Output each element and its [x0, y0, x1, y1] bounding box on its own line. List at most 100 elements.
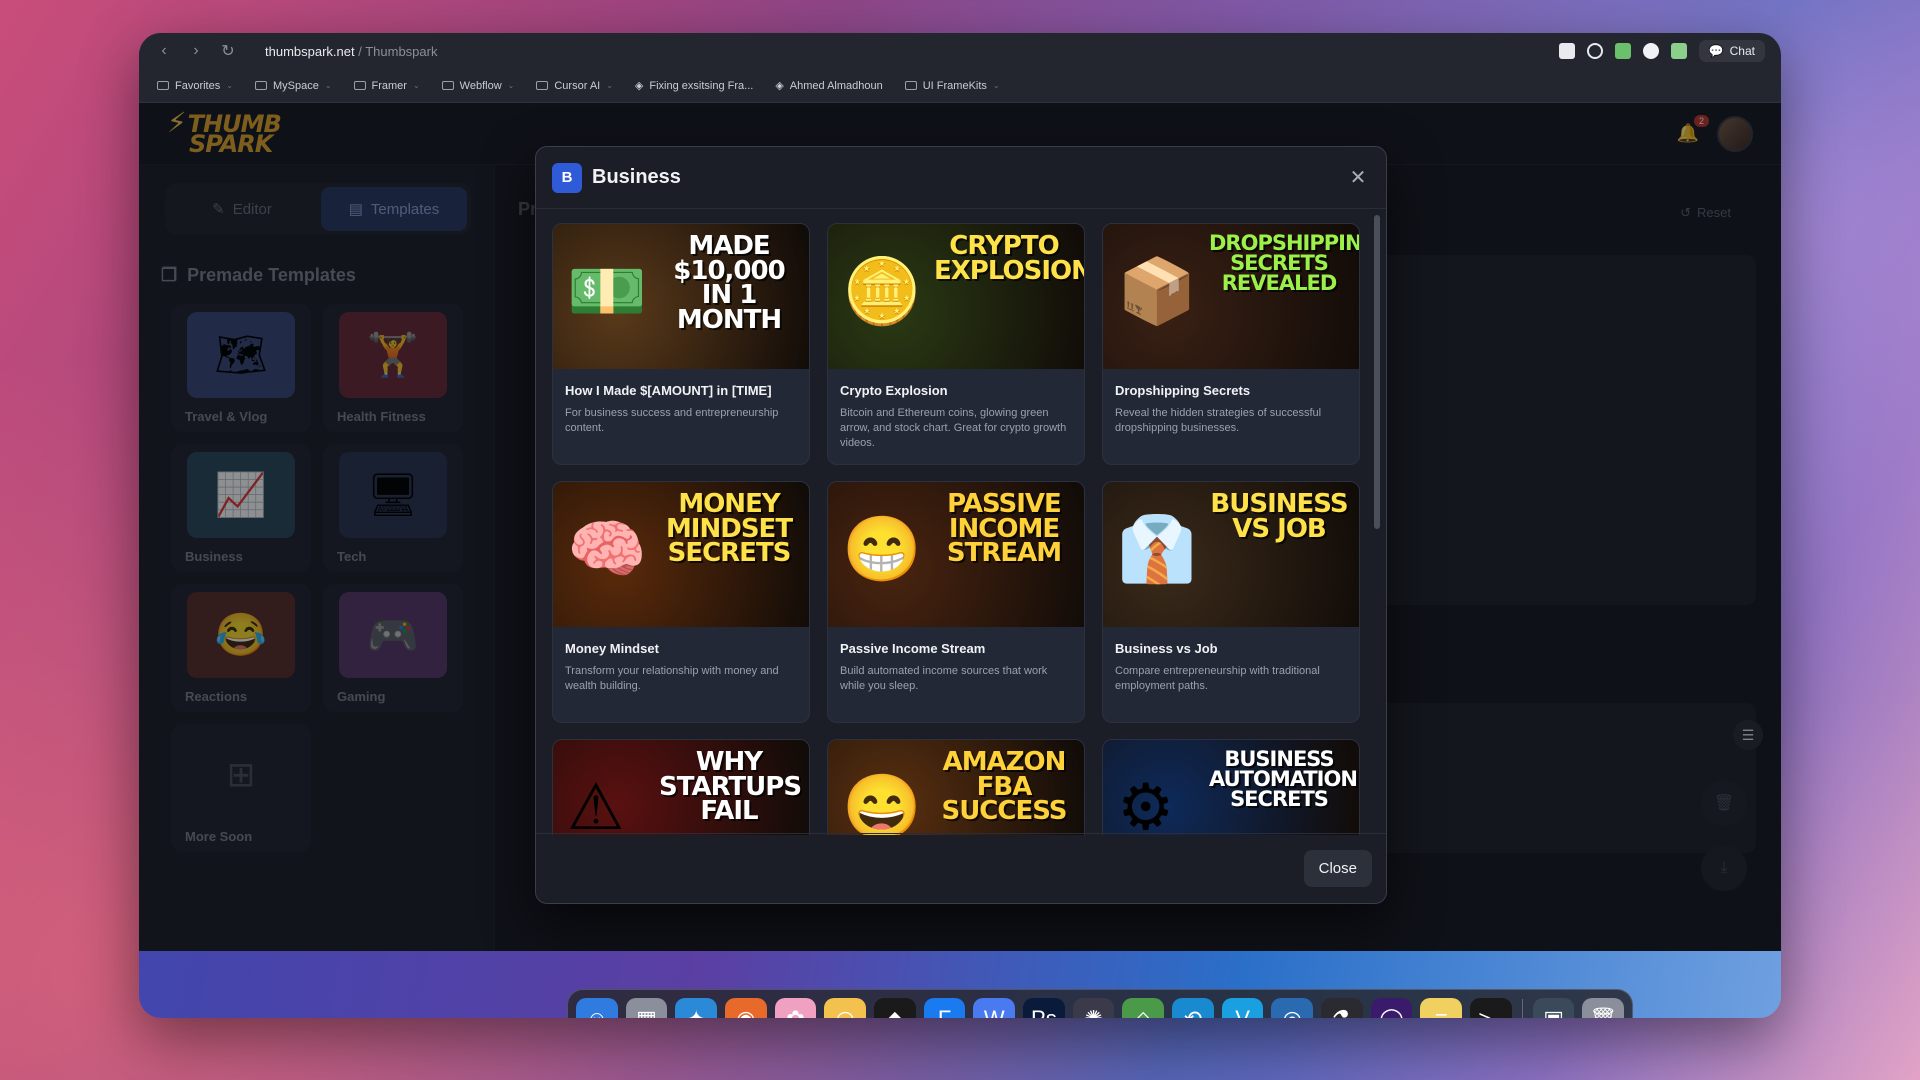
chatgpt-icon[interactable]: ⟲ — [1172, 998, 1214, 1018]
thumbnail-art-icon: 😄 — [842, 771, 922, 835]
reload-icon[interactable]: ↻ — [219, 41, 237, 61]
template-thumbnail: 👔 BUSINESS VS JOB — [1103, 482, 1359, 627]
launchpad-icon[interactable]: ▦ — [625, 998, 668, 1018]
chevron-down-icon: ⌄ — [992, 81, 1000, 90]
modal-title: Business — [592, 166, 681, 188]
thumbnail-art-icon: 👔 — [1117, 513, 1197, 585]
finder-icon[interactable]: ☺ — [576, 998, 618, 1018]
safari-icon[interactable]: ✦ — [675, 998, 718, 1018]
template-card-title: How I Made $[AMOUNT] in [TIME] — [565, 383, 772, 398]
photoshop-icon[interactable]: Ps — [1023, 998, 1065, 1018]
template-card[interactable]: 👔 BUSINESS VS JOB Business vs Job Compare e… — [1102, 481, 1360, 723]
extensions-area: 💬 Chat — [1558, 40, 1765, 62]
template-thumbnail: 😁 PASSIVE INCOME STREAM — [828, 482, 1084, 627]
thumbnail-art-icon: 🪙 — [842, 255, 922, 327]
template-card-description: For business success and entrepreneurshi… — [565, 407, 779, 434]
template-card-description: Compare entrepreneurship with traditiona… — [1115, 665, 1320, 692]
bookmark-item[interactable]: Webflow ⌄ — [441, 79, 514, 92]
firefox-icon[interactable]: ◉ — [725, 998, 767, 1018]
template-card[interactable]: 🧠 MONEY MINDSET SECRETS Money Mindset Trans… — [552, 481, 810, 723]
modal-scrollbar[interactable] — [1374, 215, 1380, 529]
thumbnail-headline: WHY STARTUPS FAIL — [659, 747, 802, 827]
davinci-icon[interactable]: ✺ — [1072, 998, 1115, 1018]
laptop-screen: ‹ › ↻ thumbspark.net / Thumbspark 💬 Chat … — [139, 33, 1781, 1018]
thumbnail-headline: BUSINESS VS JOB — [1210, 489, 1348, 544]
bookmark-label: Fixing exsitsing Fra... — [649, 79, 754, 92]
address-bar[interactable]: thumbspark.net / Thumbspark — [265, 44, 437, 59]
template-card-description: Reveal the hidden strategies of successf… — [1115, 407, 1322, 434]
template-card[interactable]: 😁 PASSIVE INCOME STREAM Passive Income Str… — [827, 481, 1085, 723]
template-card-title: Business vs Job — [1115, 641, 1218, 656]
cube-app-icon[interactable]: ◆ — [874, 998, 916, 1018]
notes-icon[interactable]: ≡ — [1420, 998, 1463, 1018]
chevron-down-icon: ⌄ — [226, 81, 233, 90]
flask-app-icon[interactable]: ⚗ — [1321, 998, 1363, 1018]
preview-icon[interactable]: ◎ — [1271, 998, 1314, 1018]
bookmark-label: Webflow — [459, 79, 502, 92]
thumbnail-art-icon: 📦 — [1117, 255, 1197, 327]
folder-icon — [254, 81, 267, 90]
template-thumbnail: 🧠 MONEY MINDSET SECRETS — [553, 482, 809, 627]
chevron-down-icon: ⌄ — [606, 81, 613, 90]
chat-button[interactable]: 💬 Chat — [1698, 40, 1765, 62]
template-card[interactable]: 📦DROPSHIPPING SECRETS REVEALED Dropshippi… — [1102, 223, 1360, 465]
close-button[interactable]: Close — [1303, 850, 1372, 887]
back-icon[interactable]: ‹ — [155, 42, 173, 60]
category-badge: B — [552, 162, 582, 193]
puzzle-extension-icon[interactable] — [1670, 43, 1687, 59]
arc-icon[interactable]: ◠ — [824, 998, 867, 1018]
template-thumbnail: 😄 AMAZON FBA SUCCESS — [828, 740, 1084, 835]
bookmark-label: Cursor AI — [554, 79, 601, 92]
bookmark-label: Favorites — [175, 79, 221, 92]
modal-body: 💵 MADE $10,000 IN 1 MONTH How I Made $[AMO… — [536, 209, 1386, 835]
terminal-icon[interactable]: >_ — [1470, 998, 1512, 1018]
bookmark-item[interactable]: ◈ Ahmed Almadhoun — [775, 79, 883, 93]
template-card-description: Build automated income sources that work… — [840, 665, 1048, 692]
forward-icon[interactable]: › — [187, 42, 205, 60]
folder-icon — [157, 81, 169, 90]
obs-icon[interactable]: ◯ — [1370, 998, 1413, 1018]
folder-icon — [904, 81, 917, 90]
template-card[interactable]: ⚙ BUSINESS AUTOMATION SECRETS — [1102, 739, 1360, 835]
template-card[interactable]: 😄 AMAZON FBA SUCCESS — [827, 739, 1085, 835]
bookmark-item[interactable]: MySpace ⌄ — [254, 80, 332, 92]
photos-icon[interactable]: ✿ — [774, 998, 817, 1018]
framer-icon[interactable]: F — [923, 998, 966, 1018]
modal-footer: Close — [536, 833, 1386, 903]
maps-icon[interactable]: ◇ — [1122, 998, 1165, 1018]
modal-header: B Business ✕ — [536, 147, 1386, 209]
browser-titlebar: ‹ › ↻ thumbspark.net / Thumbspark 💬 Chat — [139, 33, 1781, 69]
template-card-description: Bitcoin and Ethereum coins, glowing gree… — [840, 407, 1067, 449]
template-card[interactable]: 💵 MADE $10,000 IN 1 MONTH How I Made $[AMO… — [552, 223, 810, 465]
translate-extension-icon[interactable] — [1558, 43, 1575, 59]
trash-icon[interactable]: 🗑 — [1582, 998, 1625, 1018]
template-card[interactable]: ⚠ WHY STARTUPS FAIL — [552, 739, 810, 835]
triangle-extension-icon[interactable] — [1642, 43, 1659, 59]
bookmark-item[interactable]: Cursor AI ⌄ — [536, 80, 613, 92]
bookmark-item[interactable]: UI FrameKits ⌄ — [904, 80, 1000, 92]
thumbnail-headline: PASSIVE INCOME STREAM — [946, 489, 1062, 569]
close-icon[interactable]: ✕ — [1346, 165, 1370, 190]
template-card[interactable]: 🪙CRYPTO EXPLOSION! Crypto Explosion Bitcoi… — [827, 223, 1085, 465]
template-thumbnail: ⚠ WHY STARTUPS FAIL — [553, 740, 809, 835]
site-favicon-icon: ◈ — [775, 80, 784, 92]
bookmark-item[interactable]: Framer ⌄ — [353, 80, 420, 92]
folder-icon — [441, 81, 454, 90]
eyedropper-extension-icon[interactable] — [1586, 43, 1603, 59]
bookmark-item[interactable]: Favorites ⌄ — [157, 80, 233, 92]
screenshot-folder-icon[interactable]: ▣ — [1532, 998, 1575, 1018]
green-extension-icon[interactable] — [1614, 43, 1631, 59]
thumbnail-art-icon: ⚠ — [567, 771, 625, 835]
chat-label: Chat — [1729, 44, 1755, 58]
template-card-title: Crypto Explosion — [840, 383, 948, 398]
webflow-icon[interactable]: W — [973, 998, 1016, 1018]
vimeo-icon[interactable]: V — [1221, 998, 1264, 1018]
thumbnail-art-icon: 🧠 — [567, 513, 647, 585]
url-path: / Thumbspark — [358, 43, 438, 59]
bookmark-label: Ahmed Almadhoun — [789, 79, 883, 92]
chevron-down-icon: ⌄ — [324, 81, 332, 90]
thumbnail-art-icon: ⚙ — [1117, 771, 1175, 835]
thumbnail-headline: BUSINESS AUTOMATION SECRETS — [1209, 747, 1358, 811]
thumbnail-art-icon: 💵 — [567, 255, 647, 327]
bookmark-item[interactable]: ◈ Fixing exsitsing Fra... — [635, 79, 754, 93]
